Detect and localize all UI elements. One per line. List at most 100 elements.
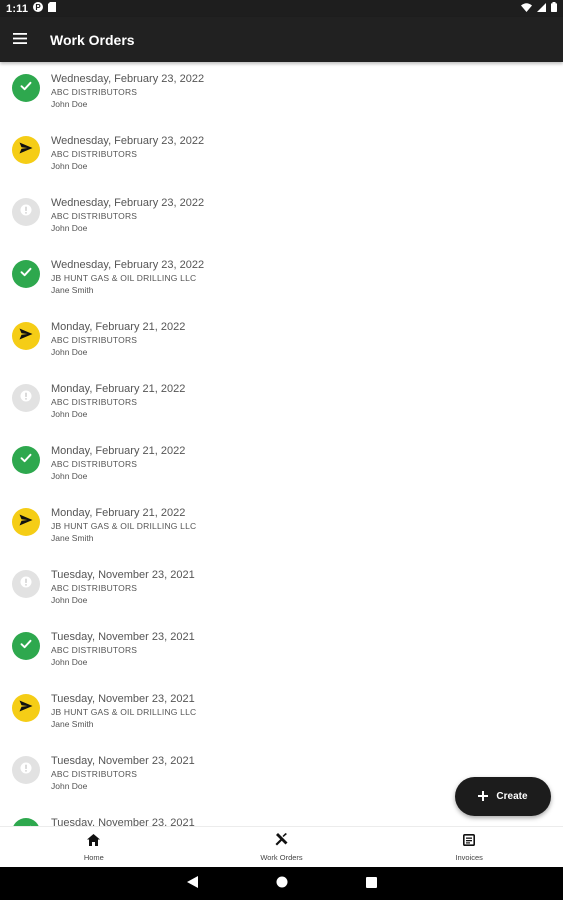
system-navigation-bar — [0, 867, 563, 900]
work-order-date: Monday, February 21, 2022 — [51, 507, 186, 519]
wifi-icon — [521, 2, 532, 15]
work-order-company: ABC DISTRIBUTORS — [51, 87, 138, 97]
work-order-person: John Doe — [51, 595, 88, 605]
nav-item-home[interactable]: Home — [0, 827, 188, 867]
home-icon — [87, 833, 101, 851]
work-order-row[interactable]: Wednesday, February 23, 2022 ABC DISTRIBU… — [0, 124, 563, 186]
work-order-person: John Doe — [51, 657, 88, 667]
work-order-details: Tuesday, November 23, 2021 JB HUNT GAS & … — [51, 692, 196, 730]
back-icon[interactable] — [186, 875, 198, 893]
work-order-row[interactable]: Monday, February 21, 2022 ABC DISTRIBUTOR… — [0, 310, 563, 372]
status-indicator — [12, 694, 40, 722]
bottom-navigation: Home Work Orders Invoices — [0, 826, 563, 867]
work-order-details: Tuesday, November 23, 2021 ABC DISTRIBUTO… — [51, 630, 195, 668]
work-order-date: Wednesday, February 23, 2022 — [51, 73, 205, 85]
work-order-date: Wednesday, February 23, 2022 — [51, 259, 205, 271]
send-icon — [19, 699, 33, 717]
work-order-company: ABC DISTRIBUTORS — [51, 583, 138, 593]
info-icon — [20, 761, 32, 779]
app-bar: Work Orders — [0, 17, 563, 62]
nav-item-invoices[interactable]: Invoices — [375, 827, 563, 867]
work-order-date: Monday, February 21, 2022 — [51, 321, 186, 333]
work-order-person: John Doe — [51, 161, 88, 171]
info-icon — [20, 389, 32, 407]
status-indicator — [12, 446, 40, 474]
work-order-details: Wednesday, February 23, 2022 ABC DISTRIBU… — [51, 72, 204, 110]
work-order-company: JB HUNT GAS & OIL DRILLING LLC — [51, 521, 197, 531]
work-order-date: Monday, February 21, 2022 — [51, 383, 186, 395]
work-order-person: Jane Smith — [51, 533, 94, 543]
status-indicator — [12, 570, 40, 598]
home-circle-icon[interactable] — [276, 875, 288, 893]
status-indicator — [12, 384, 40, 412]
invoice-icon — [463, 833, 476, 851]
work-order-row[interactable]: Wednesday, February 23, 2022 JB HUNT GAS … — [0, 248, 563, 310]
work-order-details: Monday, February 21, 2022 JB HUNT GAS & O… — [51, 506, 196, 544]
plus-icon — [478, 788, 489, 806]
checkmark-icon — [19, 265, 33, 284]
recents-icon[interactable] — [365, 875, 377, 893]
send-icon — [19, 513, 33, 531]
battery-icon — [551, 2, 557, 15]
work-order-details: Monday, February 21, 2022 ABC DISTRIBUTOR… — [51, 444, 185, 482]
work-order-person: John Doe — [51, 471, 88, 481]
work-order-company: ABC DISTRIBUTORS — [51, 769, 138, 779]
work-order-details: Tuesday, November 23, 2021 ABC DISTRIBUTO… — [51, 568, 195, 606]
hamburger-menu-icon — [13, 31, 27, 49]
status-indicator — [12, 136, 40, 164]
work-order-date: Wednesday, February 23, 2022 — [51, 135, 205, 147]
work-order-company: JB HUNT GAS & OIL DRILLING LLC — [51, 707, 197, 717]
work-order-person: John Doe — [51, 99, 88, 109]
status-time: 1:11 — [6, 2, 29, 15]
work-order-date: Tuesday, November 23, 2021 — [51, 693, 195, 705]
app-notification-icon: P — [33, 2, 44, 15]
create-button[interactable]: Create — [455, 777, 551, 816]
work-order-row[interactable]: Tuesday, November 23, 2021 ABC DISTRIBUTO… — [0, 620, 563, 682]
sd-card-icon — [48, 2, 57, 15]
work-order-date: Monday, February 21, 2022 — [51, 445, 186, 457]
work-order-company: ABC DISTRIBUTORS — [51, 459, 138, 469]
info-icon — [20, 575, 32, 593]
send-icon — [19, 141, 33, 159]
info-icon — [20, 203, 32, 221]
work-order-row[interactable]: Monday, February 21, 2022 ABC DISTRIBUTOR… — [0, 372, 563, 434]
work-order-date: Wednesday, February 23, 2022 — [51, 197, 205, 209]
work-order-company: ABC DISTRIBUTORS — [51, 211, 138, 221]
status-indicator — [12, 508, 40, 536]
status-indicator — [12, 756, 40, 784]
page-title: Work Orders — [50, 31, 135, 48]
hammer-wrench-icon — [275, 832, 288, 851]
work-order-row[interactable]: Tuesday, November 23, 2021 ABC DISTRIBUTO… — [0, 558, 563, 620]
work-order-row[interactable]: Wednesday, February 23, 2022 ABC DISTRIBU… — [0, 62, 563, 124]
status-indicator — [12, 198, 40, 226]
work-order-row[interactable]: Tuesday, November 23, 2021 JB HUNT GAS & … — [0, 682, 563, 744]
work-order-person: John Doe — [51, 347, 88, 357]
work-order-person: Jane Smith — [51, 285, 94, 295]
work-order-person: John Doe — [51, 223, 88, 233]
work-order-company: ABC DISTRIBUTORS — [51, 397, 138, 407]
work-order-details: Tuesday, November 23, 2021 — [51, 816, 195, 826]
work-order-company: ABC DISTRIBUTORS — [51, 645, 138, 655]
work-order-company: JB HUNT GAS & OIL DRILLING LLC — [51, 273, 197, 283]
work-order-list[interactable]: Wednesday, February 23, 2022 ABC DISTRIBU… — [0, 62, 563, 826]
status-indicator — [12, 818, 40, 826]
svg-text:P: P — [36, 3, 42, 12]
status-indicator — [12, 632, 40, 660]
status-bar: 1:11 P — [0, 0, 563, 17]
menu-button[interactable] — [0, 17, 40, 62]
work-order-row[interactable]: Wednesday, February 23, 2022 ABC DISTRIBU… — [0, 186, 563, 248]
work-order-company: ABC DISTRIBUTORS — [51, 149, 138, 159]
status-indicator — [12, 322, 40, 350]
work-order-row[interactable]: Monday, February 21, 2022 ABC DISTRIBUTOR… — [0, 434, 563, 496]
work-order-details: Tuesday, November 23, 2021 ABC DISTRIBUTO… — [51, 754, 195, 792]
work-order-date: Tuesday, November 23, 2021 — [51, 755, 195, 767]
signal-icon — [537, 2, 546, 15]
work-order-row[interactable]: Monday, February 21, 2022 JB HUNT GAS & O… — [0, 496, 563, 558]
send-icon — [19, 327, 33, 345]
nav-label-home: Home — [83, 852, 104, 862]
nav-item-work-orders[interactable]: Work Orders — [188, 827, 376, 867]
work-order-date: Tuesday, November 23, 2021 — [51, 569, 195, 581]
checkmark-icon — [19, 451, 33, 470]
nav-label-invoices: Invoices — [455, 852, 483, 862]
checkmark-icon — [19, 79, 33, 98]
